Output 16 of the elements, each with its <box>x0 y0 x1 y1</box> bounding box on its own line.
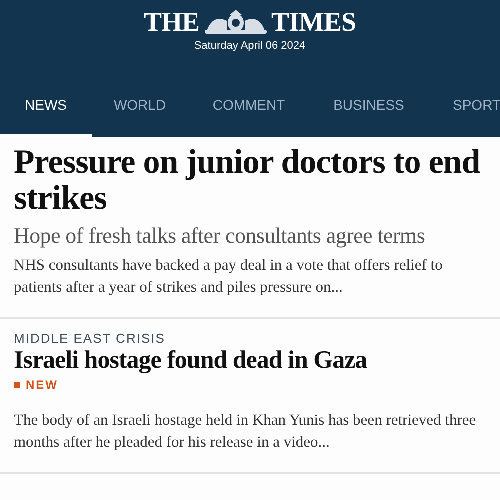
crest-icon <box>202 9 268 35</box>
summary-text: NHS consultants have backed a pay deal in a vote that offers relief to patients after a year of strikes and piles pressure on... <box>14 256 444 298</box>
headline[interactable]: Pressure on junior doctors to end strikes <box>14 145 486 217</box>
new-label: NEW <box>26 378 58 392</box>
masthead-title: THE <box>144 8 200 36</box>
subheadline: Hope of fresh talks after consultants agree terms <box>14 223 426 249</box>
section-tab[interactable]: NEWS <box>0 75 92 137</box>
section-label[interactable]: MIDDLE EAST CRISIS <box>14 331 486 346</box>
section-tab[interactable]: COMMENT <box>188 75 310 137</box>
masthead-title: TIMES <box>272 8 356 36</box>
square-icon <box>14 382 20 388</box>
headline[interactable]: Israeli hostage found dead in Gaza <box>14 346 486 376</box>
summary-text: The body of an Israeli hostage held in Khan Yunis has been retrieved three months after he pleaded for his release in a video... <box>14 411 478 453</box>
section-tab[interactable]: BUSINESS <box>310 75 428 137</box>
date-text: Saturday April 06 2024 <box>193 40 307 52</box>
section-tab[interactable]: WORLD <box>92 75 188 137</box>
